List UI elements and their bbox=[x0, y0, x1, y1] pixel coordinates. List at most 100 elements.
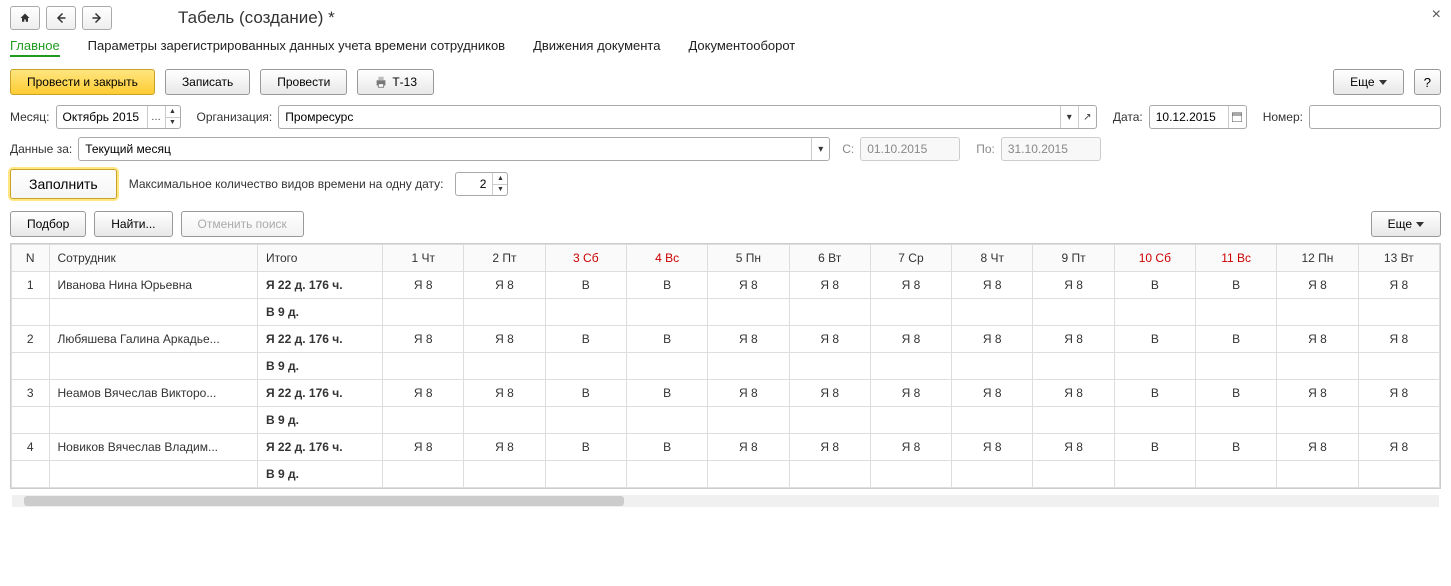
table-row[interactable]: 1Иванова Нина ЮрьевнаЯ 22 д. 176 ч.Я 8Я … bbox=[12, 272, 1440, 299]
col-day-header[interactable]: 2 Пт bbox=[464, 245, 545, 272]
tab-moves[interactable]: Движения документа bbox=[533, 38, 660, 57]
col-day-header[interactable]: 12 Пн bbox=[1277, 245, 1358, 272]
org-dropdown-button[interactable]: ▾ bbox=[1060, 106, 1078, 128]
cell-day[interactable]: Я 8 bbox=[464, 272, 545, 299]
nav-forward-button[interactable] bbox=[82, 6, 112, 30]
cell-day[interactable]: В bbox=[1196, 380, 1277, 407]
print-t13-button[interactable]: Т-13 bbox=[357, 69, 434, 95]
cell-day[interactable]: В bbox=[1114, 326, 1195, 353]
cell-day[interactable]: Я 8 bbox=[708, 380, 789, 407]
table-row[interactable]: 4Новиков Вячеслав Владим...Я 22 д. 176 ч… bbox=[12, 434, 1440, 461]
col-day-header[interactable]: 11 Вс bbox=[1196, 245, 1277, 272]
month-down-button[interactable]: ▼ bbox=[166, 118, 180, 129]
cell-employee[interactable]: Иванова Нина Юрьевна bbox=[49, 272, 257, 299]
col-n-header[interactable]: N bbox=[12, 245, 50, 272]
table-row[interactable]: 2Любяшева Галина Аркадье...Я 22 д. 176 ч… bbox=[12, 326, 1440, 353]
home-button[interactable] bbox=[10, 6, 40, 30]
cell-day[interactable]: В bbox=[545, 434, 626, 461]
close-button[interactable]: × bbox=[1432, 6, 1441, 24]
month-up-button[interactable]: ▲ bbox=[166, 106, 180, 118]
cell-day[interactable]: Я 8 bbox=[1277, 434, 1358, 461]
org-open-button[interactable]: ↗ bbox=[1078, 106, 1096, 128]
cell-day[interactable]: Я 8 bbox=[464, 326, 545, 353]
cell-day[interactable]: Я 8 bbox=[952, 272, 1033, 299]
table-row[interactable]: В 9 д. bbox=[12, 299, 1440, 326]
dataza-input[interactable] bbox=[79, 140, 811, 158]
cell-day[interactable]: Я 8 bbox=[870, 434, 951, 461]
cell-employee[interactable]: Новиков Вячеслав Владим... bbox=[49, 434, 257, 461]
cell-day[interactable]: В bbox=[1114, 272, 1195, 299]
col-day-header[interactable]: 5 Пн bbox=[708, 245, 789, 272]
cell-summary[interactable]: Я 22 д. 176 ч. bbox=[257, 434, 382, 461]
table-row[interactable]: В 9 д. bbox=[12, 461, 1440, 488]
cell-day[interactable]: Я 8 bbox=[464, 380, 545, 407]
col-day-header[interactable]: 7 Ср bbox=[870, 245, 951, 272]
cell-day[interactable]: В bbox=[545, 272, 626, 299]
cell-day[interactable]: Я 8 bbox=[789, 380, 870, 407]
date-calendar-button[interactable] bbox=[1228, 106, 1246, 128]
max-types-down[interactable]: ▼ bbox=[493, 185, 507, 196]
cell-summary[interactable]: Я 22 д. 176 ч. bbox=[257, 272, 382, 299]
cell-day[interactable]: В bbox=[1196, 434, 1277, 461]
cell-day[interactable]: Я 8 bbox=[1033, 272, 1114, 299]
pick-button[interactable]: Подбор bbox=[10, 211, 86, 237]
help-button[interactable]: ? bbox=[1414, 69, 1441, 95]
nav-back-button[interactable] bbox=[46, 6, 76, 30]
cell-day[interactable]: В bbox=[1196, 272, 1277, 299]
cell-summary-2[interactable]: В 9 д. bbox=[257, 299, 382, 326]
cell-day[interactable]: Я 8 bbox=[1277, 326, 1358, 353]
cell-day[interactable]: Я 8 bbox=[708, 434, 789, 461]
cell-day[interactable]: В bbox=[545, 326, 626, 353]
scrollbar-thumb[interactable] bbox=[24, 496, 624, 506]
cell-summary[interactable]: Я 22 д. 176 ч. bbox=[257, 380, 382, 407]
fill-button[interactable]: Заполнить bbox=[10, 169, 117, 199]
month-input[interactable] bbox=[57, 108, 147, 126]
cell-day[interactable]: Я 8 bbox=[383, 326, 464, 353]
cell-n[interactable]: 1 bbox=[12, 272, 50, 299]
col-day-header[interactable]: 10 Сб bbox=[1114, 245, 1195, 272]
cell-day[interactable]: Я 8 bbox=[1358, 272, 1439, 299]
date-input[interactable] bbox=[1150, 108, 1228, 126]
org-input[interactable] bbox=[279, 108, 1060, 126]
cell-day[interactable]: Я 8 bbox=[870, 272, 951, 299]
cell-day[interactable]: Я 8 bbox=[1358, 326, 1439, 353]
table-row[interactable]: 3Неамов Вячеслав Викторо...Я 22 д. 176 ч… bbox=[12, 380, 1440, 407]
cell-n[interactable]: 3 bbox=[12, 380, 50, 407]
table-row[interactable]: В 9 д. bbox=[12, 353, 1440, 380]
col-day-header[interactable]: 6 Вт bbox=[789, 245, 870, 272]
post-button[interactable]: Провести bbox=[260, 69, 347, 95]
cell-employee[interactable]: Неамов Вячеслав Викторо... bbox=[49, 380, 257, 407]
table-row[interactable]: В 9 д. bbox=[12, 407, 1440, 434]
cell-day[interactable]: Я 8 bbox=[1033, 380, 1114, 407]
cell-day[interactable]: Я 8 bbox=[789, 272, 870, 299]
col-day-header[interactable]: 8 Чт bbox=[952, 245, 1033, 272]
cell-day[interactable]: Я 8 bbox=[789, 434, 870, 461]
cell-day[interactable]: Я 8 bbox=[1358, 380, 1439, 407]
cell-day[interactable]: Я 8 bbox=[708, 326, 789, 353]
more-button[interactable]: Еще bbox=[1333, 69, 1403, 95]
col-day-header[interactable]: 4 Вс bbox=[626, 245, 707, 272]
cell-day[interactable]: Я 8 bbox=[464, 434, 545, 461]
cell-day[interactable]: Я 8 bbox=[383, 434, 464, 461]
col-day-header[interactable]: 13 Вт bbox=[1358, 245, 1439, 272]
save-button[interactable]: Записать bbox=[165, 69, 250, 95]
cell-summary[interactable]: Я 22 д. 176 ч. bbox=[257, 326, 382, 353]
col-summary-header[interactable]: Итого bbox=[257, 245, 382, 272]
post-and-close-button[interactable]: Провести и закрыть bbox=[10, 69, 155, 95]
col-employee-header[interactable]: Сотрудник bbox=[49, 245, 257, 272]
cell-day[interactable]: Я 8 bbox=[952, 434, 1033, 461]
month-ellipsis-button[interactable]: … bbox=[147, 106, 165, 128]
cell-day[interactable]: Я 8 bbox=[789, 326, 870, 353]
cell-summary-2[interactable]: В 9 д. bbox=[257, 461, 382, 488]
cell-day[interactable]: Я 8 bbox=[952, 326, 1033, 353]
find-button[interactable]: Найти... bbox=[94, 211, 172, 237]
cell-day[interactable]: Я 8 bbox=[1033, 434, 1114, 461]
cell-day[interactable]: В bbox=[626, 272, 707, 299]
tab-main[interactable]: Главное bbox=[10, 38, 60, 57]
cell-n[interactable]: 4 bbox=[12, 434, 50, 461]
cell-day[interactable]: Я 8 bbox=[1277, 272, 1358, 299]
dataza-dropdown-button[interactable]: ▾ bbox=[811, 138, 829, 160]
cell-day[interactable]: В bbox=[1114, 434, 1195, 461]
number-input[interactable] bbox=[1310, 108, 1440, 126]
tab-docflow[interactable]: Документооборот bbox=[688, 38, 795, 57]
